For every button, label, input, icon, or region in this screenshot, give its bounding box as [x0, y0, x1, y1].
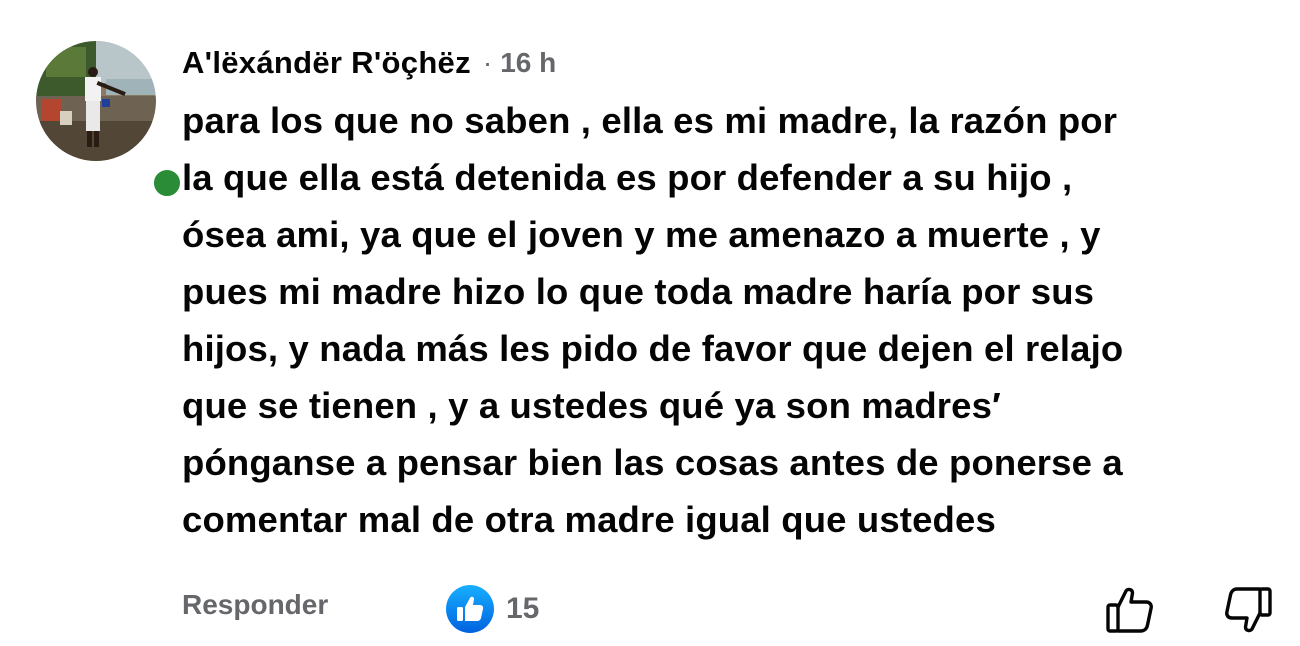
downvote-button[interactable]	[1222, 585, 1274, 635]
comment: A'lëxándër R'öçhëz · 16 h para los que n…	[0, 0, 1300, 646]
comment-header: A'lëxándër R'öçhëz · 16 h	[182, 40, 556, 86]
comment-line: la que ella está detenida es por defende…	[182, 157, 1073, 198]
comment-line: comentar mal de otra madre igual que ust…	[182, 499, 996, 540]
comment-timestamp[interactable]: 16 h	[500, 47, 556, 79]
comment-line: ósea ami, ya que el joven y me amenazo a…	[182, 214, 1101, 255]
comment-body: para los que no saben , ella es mi madre…	[182, 92, 1292, 548]
avatar[interactable]	[36, 41, 156, 161]
comment-line: que se tienen , y a ustedes qué ya son m…	[182, 385, 1001, 426]
reaction-count: 15	[506, 592, 540, 625]
thumbs-down-outline-icon	[1225, 587, 1272, 633]
thumbs-up-outline-icon	[1106, 587, 1153, 633]
like-icon	[446, 585, 494, 633]
meta-separator: ·	[482, 47, 493, 78]
upvote-button[interactable]	[1104, 585, 1156, 635]
comment-line: pues mi madre hizo lo que toda madre har…	[182, 271, 1095, 312]
reactions-summary[interactable]: 15	[446, 585, 539, 633]
reply-button[interactable]: Responder	[182, 589, 328, 621]
comment-line: hijos, y nada más les pido de favor que …	[182, 328, 1124, 369]
avatar-wrap[interactable]	[36, 41, 184, 200]
comment-line: para los que no saben , ella es mi madre…	[182, 100, 1118, 141]
online-status-dot	[150, 166, 184, 200]
comment-line: pónganse a pensar bien las cosas antes d…	[182, 442, 1123, 483]
author-name[interactable]: A'lëxándër R'öçhëz	[182, 45, 471, 81]
